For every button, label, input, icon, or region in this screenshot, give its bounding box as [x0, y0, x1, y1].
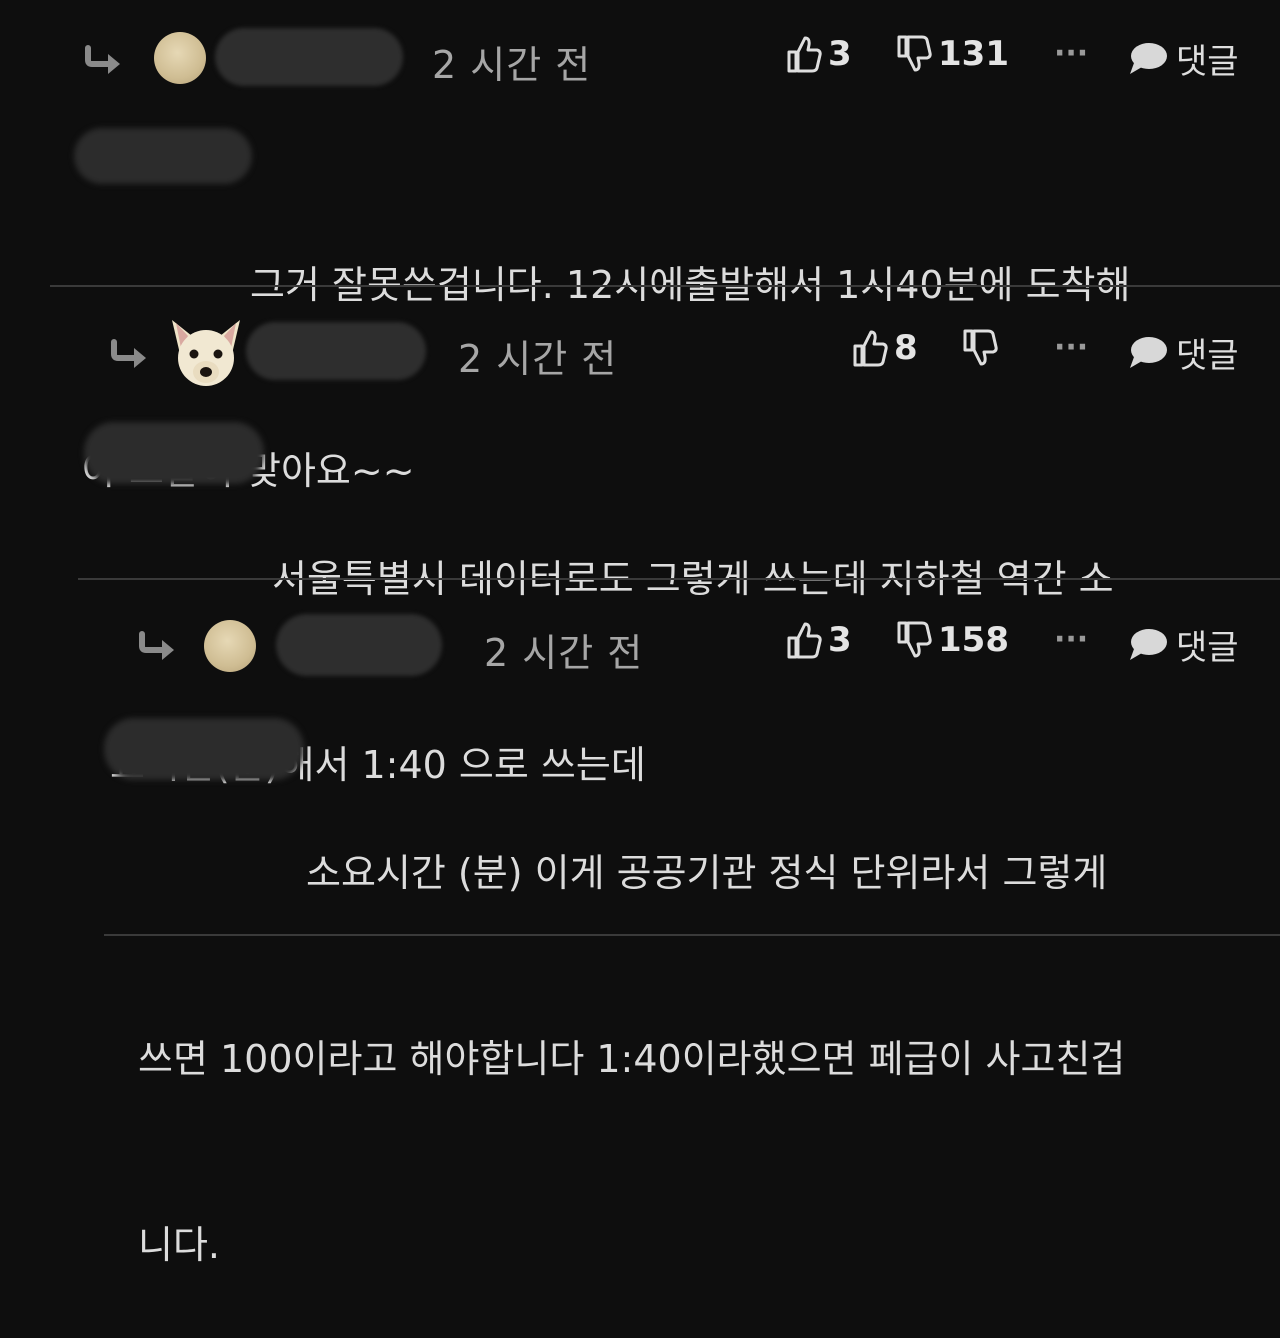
more-icon: ··· — [1054, 330, 1089, 365]
reply-arrow-icon — [82, 44, 126, 76]
more-icon: ··· — [1054, 36, 1089, 71]
dislike-button[interactable]: 131 — [896, 34, 1009, 74]
comment-text-line: 소요시간 (분) 이게 공공기관 정식 단위라서 그렇게 — [306, 851, 1108, 895]
avatar[interactable] — [154, 32, 206, 84]
more-button[interactable]: ··· — [1046, 622, 1088, 657]
comment-text-line: 니다. — [138, 1223, 220, 1267]
comment-time: 2 시간 전 — [484, 631, 644, 675]
thumbs-up-icon — [852, 328, 888, 368]
reply-button[interactable]: 댓글 — [1128, 34, 1239, 83]
thumbs-down-icon — [896, 620, 932, 660]
reply-button[interactable]: 댓글 — [1128, 328, 1239, 377]
comment-time: 2 시간 전 — [458, 337, 618, 381]
username-redacted[interactable] — [215, 28, 403, 86]
comment-bubble-icon — [1128, 41, 1168, 77]
thumbs-down-icon — [896, 34, 932, 74]
comment-bubble-icon — [1128, 335, 1168, 371]
comment-text: 소요시간 (분) 이게 공공기관 정식 단위라서 그렇게 쓰면 100이라고 해… — [138, 718, 1268, 1338]
dislike-button[interactable] — [962, 328, 1004, 368]
more-icon: ··· — [1054, 622, 1089, 657]
comment-time: 2 시간 전 — [432, 43, 592, 87]
username-redacted[interactable] — [276, 614, 442, 676]
more-button[interactable]: ··· — [1046, 36, 1088, 71]
thumbs-up-icon — [786, 620, 822, 660]
dislike-count: 131 — [938, 34, 1009, 74]
comment-text-line: 쓰면 100이라고 해야합니다 1:40이라했으면 페급이 사고친겁 — [138, 1037, 1126, 1081]
reply-label: 댓글 — [1176, 628, 1239, 668]
reply-button[interactable]: 댓글 — [1128, 620, 1239, 669]
dislike-button[interactable]: 158 — [896, 620, 1009, 660]
thumbs-down-icon — [962, 328, 998, 368]
username-redacted[interactable] — [246, 322, 426, 380]
comment-header: 2 시간 전 3 131 ··· 댓글 — [0, 22, 1280, 92]
comment-bubble-icon — [1128, 627, 1168, 663]
comment-header: 2 시간 전 8 ··· 댓글 — [0, 314, 1280, 386]
divider — [78, 578, 1280, 580]
like-button[interactable]: 8 — [852, 328, 918, 368]
like-button[interactable]: 3 — [786, 34, 852, 74]
like-count: 8 — [894, 328, 918, 368]
avatar[interactable] — [204, 620, 256, 672]
like-count: 3 — [828, 620, 852, 660]
reply-label: 댓글 — [1176, 336, 1239, 376]
reply-arrow-icon — [108, 338, 152, 370]
dog-avatar-icon[interactable] — [166, 314, 246, 390]
more-button[interactable]: ··· — [1046, 330, 1088, 365]
like-count: 3 — [828, 34, 852, 74]
divider — [50, 285, 1280, 287]
dislike-count: 158 — [938, 620, 1009, 660]
reply-label: 댓글 — [1176, 42, 1239, 82]
divider — [104, 934, 1280, 936]
like-button[interactable]: 3 — [786, 620, 852, 660]
thumbs-up-icon — [786, 34, 822, 74]
reply-arrow-icon — [136, 630, 180, 662]
comment-header: 2 시간 전 3 158 ··· 댓글 — [0, 606, 1280, 676]
